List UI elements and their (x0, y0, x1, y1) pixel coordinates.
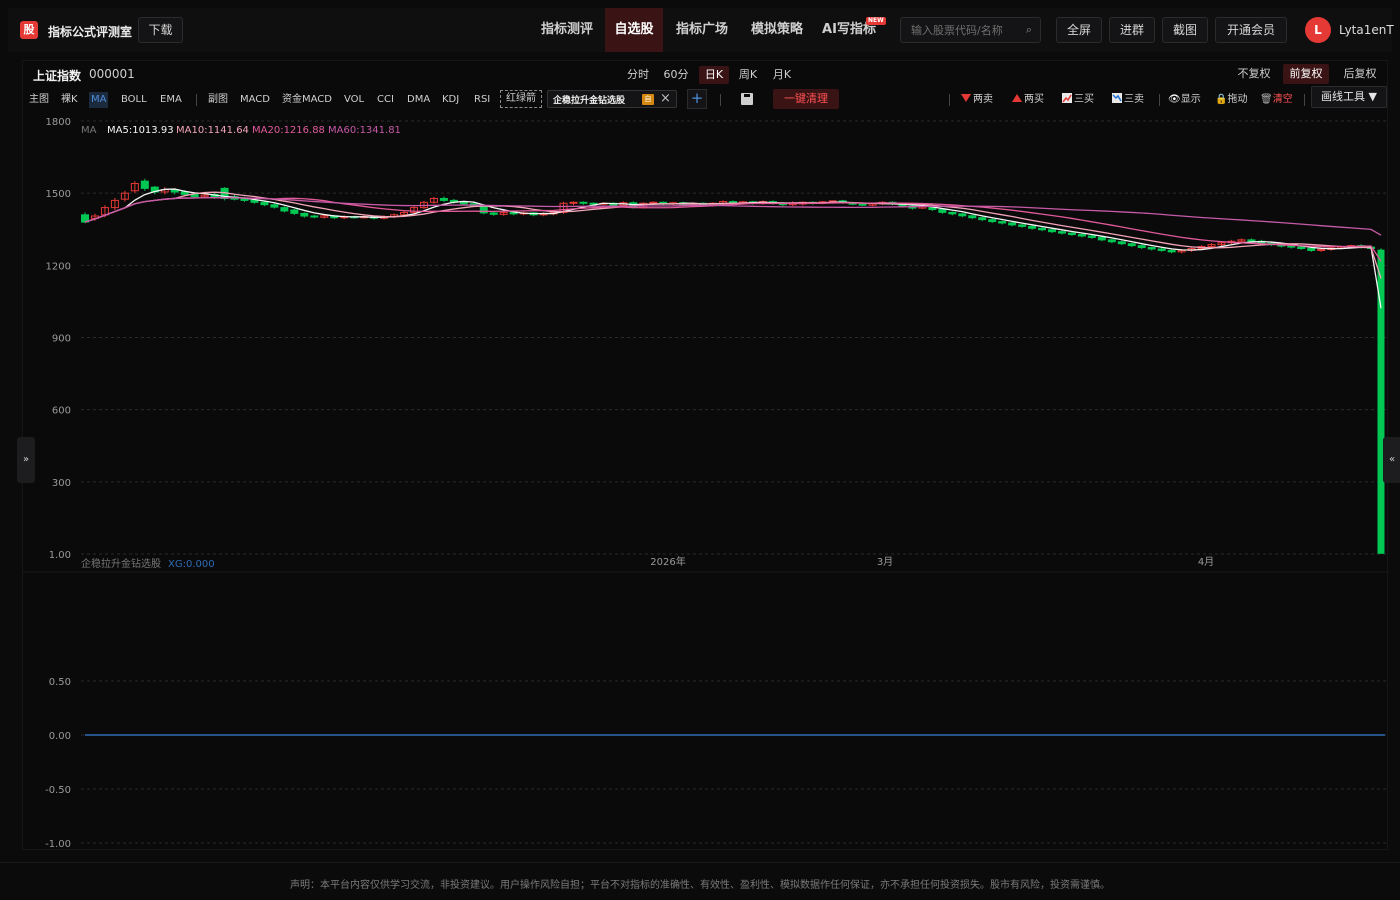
candle-body (1087, 235, 1096, 238)
candle-body (1127, 243, 1136, 247)
candle-body (1157, 248, 1166, 251)
candle-body (250, 199, 259, 203)
tab-watchlist[interactable]: 自选股 (605, 8, 663, 52)
candle-body (858, 203, 867, 206)
y-tick-label: 1.00 (49, 550, 71, 561)
candle-body (300, 212, 309, 217)
y-tick-label: 300 (52, 478, 71, 489)
disclaimer-text: 声明：本平台内容仅供学习交流，非投资建议。用户操作风险自担；平台不对指标的准确性… (290, 880, 1110, 891)
candle-body (998, 221, 1007, 224)
candle-body (1137, 245, 1146, 249)
candle-body (1057, 231, 1066, 234)
candle-body (280, 207, 289, 212)
stock-search-input[interactable] (911, 22, 1021, 38)
candle-body (1307, 247, 1316, 251)
tab-indicator-test[interactable]: 指标测评 (534, 8, 600, 52)
candle-body (1167, 249, 1176, 253)
footer: 声明：本平台内容仅供学习交流，非投资建议。用户操作风险自担；平台不对指标的准确性… (0, 862, 1400, 900)
candle-body (1247, 239, 1256, 242)
y-tick-label: 900 (52, 334, 71, 345)
y-tick-label: -0.50 (45, 785, 71, 796)
chart-panel: 上证指数 000001 分时 60分 日K 周K 月K 不复权 前复权 后复权 … (17, 60, 1400, 851)
candle-body (1287, 245, 1296, 248)
y-tick-label: 600 (52, 406, 71, 417)
candle-body (1317, 248, 1326, 251)
y-tick-label: 1200 (46, 261, 71, 272)
y-tick-label: 1800 (46, 117, 71, 128)
candle-body (1077, 234, 1086, 237)
candle-body (1038, 227, 1047, 231)
sub-legend-name: 企稳拉升金钻选股 (81, 557, 161, 570)
candle-body (439, 197, 448, 201)
sub-legend-value: XG:0.000 (168, 559, 215, 570)
candle-body (978, 217, 987, 221)
y-tick-label: -1.00 (45, 839, 71, 850)
candle-body (180, 191, 189, 195)
tab-ai-indicator[interactable]: AI写指标 (816, 8, 882, 52)
search-icon[interactable]: ⌕ (1026, 23, 1032, 37)
ma10-legend: MA10:1141.64 (176, 125, 249, 136)
candle-body (1028, 225, 1037, 229)
candle-body (1147, 247, 1156, 250)
expand-right-panel-icon[interactable]: « (1383, 437, 1400, 483)
avatar[interactable]: L (1305, 17, 1331, 43)
candle-body (1297, 246, 1306, 249)
tab-indicator-square[interactable]: 指标广场 (668, 8, 736, 52)
candle-body (1048, 229, 1057, 233)
x-tick-label: 3月 (877, 556, 893, 568)
candle-body (988, 219, 997, 223)
candle-body (310, 215, 319, 218)
top-nav-bar: 股 指标公式评测室 下载 指标测评 自选股 指标广场 模拟策略 AI写指标 NE… (8, 8, 1394, 52)
x-tick-label: 2026年 (650, 555, 685, 568)
stock-search-box[interactable]: ⌕ (900, 17, 1041, 43)
app-title: 指标公式评测室 (48, 25, 133, 39)
expand-left-panel-icon[interactable]: » (17, 437, 35, 483)
new-badge: NEW (866, 17, 886, 25)
candle-body (1018, 224, 1027, 227)
candle-body (489, 212, 498, 215)
screenshot-button[interactable]: 截图 (1162, 17, 1208, 43)
candle-body (938, 209, 947, 213)
ma60-legend: MA60:1341.81 (328, 125, 401, 136)
y-tick-label: 0.50 (49, 677, 71, 688)
candle-body (270, 204, 279, 208)
y-tick-label: 0.00 (49, 731, 71, 742)
candle-body (260, 201, 269, 206)
candle-body (1067, 232, 1076, 236)
vip-button[interactable]: 开通会员 (1215, 17, 1287, 43)
y-tick-label: 1500 (46, 189, 71, 200)
ma-legend-prefix: MA (81, 125, 97, 136)
candle-body (569, 201, 578, 204)
join-group-button[interactable]: 进群 (1109, 17, 1155, 43)
ma5-line (84, 188, 1382, 309)
ma20-line (84, 197, 1382, 262)
candle-body (948, 211, 957, 215)
download-button[interactable]: 下载 (138, 17, 183, 43)
app-logo[interactable]: 股 (20, 21, 38, 39)
candle-body (579, 201, 588, 204)
candle-body (1008, 222, 1017, 226)
candle-body (459, 201, 468, 205)
candle-body (290, 209, 299, 214)
fullscreen-button[interactable]: 全屏 (1056, 17, 1102, 43)
candle-body (140, 180, 149, 189)
candle-body (1107, 239, 1116, 243)
username[interactable]: Lyta1enT (1339, 23, 1394, 37)
ma20-legend: MA20:1216.88 (252, 125, 325, 136)
ma5-legend: MA5:1013.93 (107, 125, 174, 136)
candle-body (1097, 236, 1106, 241)
candle-body (968, 215, 977, 219)
tab-ai-indicator-wrap[interactable]: AI写指标 NEW (816, 8, 888, 52)
candle-body (958, 213, 967, 217)
x-tick-label: 4月 (1198, 556, 1214, 568)
tab-sim-strategy[interactable]: 模拟策略 (743, 8, 811, 52)
kline-chart[interactable]: 1800 1500 1200 900 600 300 1.00 0.50 0.00 -0.50 -1… (23, 61, 1389, 851)
candle-body (1117, 241, 1126, 245)
